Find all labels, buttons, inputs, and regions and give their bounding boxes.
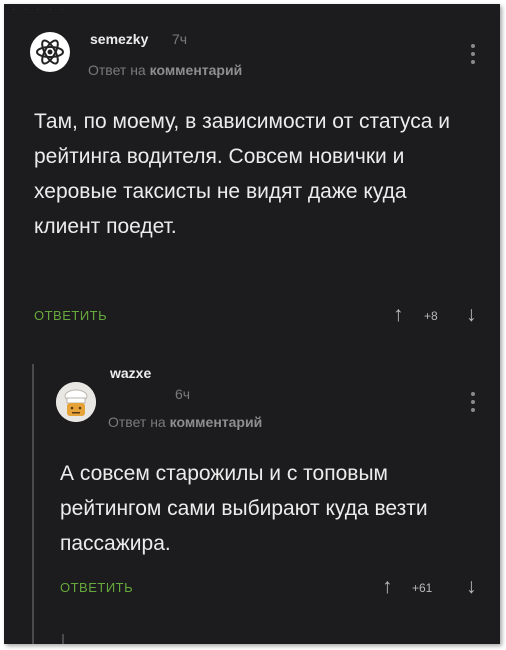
comment-time: 6ч: [175, 386, 191, 402]
reply-context: Ответ на комментарий: [88, 62, 242, 78]
comment-username[interactable]: semezky: [90, 31, 148, 47]
reply-prefix: Ответ на: [108, 414, 166, 430]
kebab-menu-icon[interactable]: [470, 44, 476, 68]
comment-text: А совсем старожилы и с топовым рейтингом…: [60, 462, 428, 555]
reply-button[interactable]: ОТВЕТИТЬ: [60, 580, 133, 595]
avatar[interactable]: [30, 32, 70, 72]
comment-username[interactable]: wazxe: [110, 365, 151, 381]
comment-text: Там, по моему, в зависимости от статуса …: [34, 110, 450, 238]
reply-button[interactable]: ОТВЕТИТЬ: [34, 308, 107, 323]
rating-count: +8: [424, 309, 438, 323]
nested-thread-line[interactable]: [62, 634, 64, 644]
rating-count: +61: [412, 581, 433, 595]
avatar[interactable]: [56, 382, 96, 422]
thread-dots-decoration: · · · · ·: [12, 4, 67, 15]
reply-target-link[interactable]: комментарий: [170, 414, 263, 430]
thread-line[interactable]: [32, 364, 34, 644]
reply-target-link[interactable]: комментарий: [150, 62, 243, 78]
reply-prefix: Ответ на: [88, 62, 146, 78]
downvote-icon[interactable]: ↓: [466, 304, 477, 325]
downvote-icon[interactable]: ↓: [466, 576, 477, 597]
chef-icon: [56, 382, 96, 422]
kebab-menu-icon[interactable]: [470, 392, 476, 416]
atom-icon: [36, 39, 64, 65]
upvote-icon[interactable]: ↑: [382, 576, 393, 597]
reply-context: Ответ на комментарий: [108, 414, 262, 430]
comment-time: 7ч: [172, 31, 188, 47]
comments-screen: · · · · · semezky 7ч Ответ на комментари…: [4, 4, 500, 644]
upvote-icon[interactable]: ↑: [393, 304, 404, 325]
